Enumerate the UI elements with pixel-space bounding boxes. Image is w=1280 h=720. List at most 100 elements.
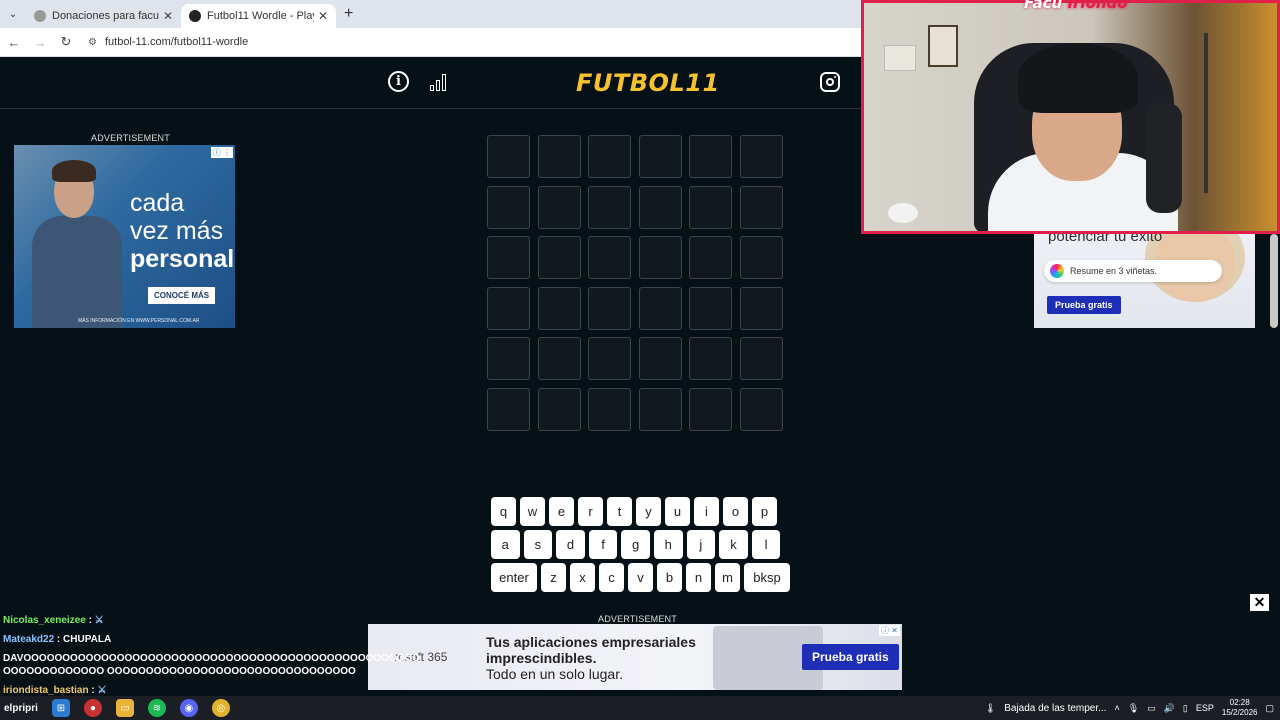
- favicon-icon: [34, 10, 46, 22]
- key-j[interactable]: j: [686, 530, 716, 559]
- notification-icon[interactable]: ▢: [1265, 703, 1274, 714]
- microphone: [1146, 103, 1182, 213]
- key-i[interactable]: i: [694, 497, 719, 526]
- chevron-up-icon[interactable]: ˄: [1114, 703, 1119, 713]
- grid-cell: [487, 135, 530, 178]
- key-o[interactable]: o: [723, 497, 748, 526]
- ad-bottom-cta-button[interactable]: Prueba gratis: [802, 644, 899, 670]
- key-q[interactable]: q: [491, 497, 516, 526]
- key-x[interactable]: x: [570, 563, 595, 592]
- discord-icon[interactable]: ◉: [179, 699, 198, 717]
- ad-fine-print: MÁS INFORMACIÓN EN WWW.PERSONAL.COM.AR: [78, 318, 200, 324]
- new-tab-button[interactable]: +: [344, 5, 353, 23]
- grid-cell: [689, 387, 732, 431]
- ad-person-image: [24, 160, 134, 328]
- stats-icon[interactable]: [430, 73, 450, 91]
- tab-futbol11-wordle[interactable]: Futbol11 Wordle - Play Footbal ✕: [181, 4, 336, 28]
- battery-icon[interactable]: ▯: [1183, 703, 1188, 714]
- key-p[interactable]: p: [752, 497, 777, 526]
- site-logo[interactable]: FUTBOL11: [576, 69, 720, 97]
- scrollbar-thumb[interactable]: [1270, 234, 1278, 328]
- file-explorer-icon[interactable]: ▭: [115, 699, 134, 717]
- mic-icon[interactable]: 🎙: [1128, 703, 1139, 714]
- adchoices-icon[interactable]: ⓘ ⋮: [210, 147, 233, 158]
- weather-text[interactable]: Bajada de las temper...: [1004, 703, 1106, 714]
- key-s[interactable]: s: [523, 530, 553, 559]
- keyboard-row-3: enter z x c v b n m bksp: [491, 563, 790, 592]
- reload-icon[interactable]: ↻: [54, 34, 78, 50]
- key-d[interactable]: d: [556, 530, 585, 559]
- close-tab-icon[interactable]: ✕: [318, 9, 328, 23]
- grid-cell: [739, 135, 783, 178]
- instagram-icon[interactable]: [820, 72, 840, 92]
- tab-donaciones[interactable]: Donaciones para facuiriondo | C ✕: [26, 4, 181, 28]
- language-indicator[interactable]: ESP: [1196, 703, 1214, 713]
- back-arrow-icon[interactable]: ←: [2, 35, 26, 50]
- key-u[interactable]: u: [665, 497, 690, 526]
- grid-cell: [638, 286, 682, 330]
- grid-cell: [537, 286, 581, 330]
- key-m[interactable]: m: [715, 563, 740, 592]
- grid-cell: [689, 236, 732, 279]
- key-r[interactable]: r: [578, 497, 603, 526]
- ad-cta-button[interactable]: CONOCÉ MÁS: [148, 287, 216, 304]
- ad-headline: cada vez más personal: [130, 189, 235, 273]
- key-w[interactable]: w: [520, 497, 545, 526]
- key-bksp[interactable]: bksp: [744, 563, 790, 592]
- ad-copy: Tus aplicaciones empresariales imprescin…: [486, 634, 696, 682]
- url-field[interactable]: ⚙ futbol-11.com/futbol11-wordle: [88, 36, 248, 48]
- grid-cell: [739, 185, 783, 229]
- close-tab-icon[interactable]: ✕: [163, 9, 173, 23]
- key-v[interactable]: v: [628, 563, 653, 592]
- streamer-cap: [1018, 43, 1138, 113]
- spotify-icon[interactable]: ≋: [147, 699, 166, 717]
- ad-banner-right[interactable]: potenciar tu éxito Resume en 3 viñetas. …: [1034, 228, 1255, 328]
- grid-cell: [487, 286, 530, 330]
- key-b[interactable]: b: [657, 563, 682, 592]
- windows-start-icon[interactable]: ⊞: [51, 699, 70, 717]
- ad-banner-left[interactable]: cada vez más personal CONOCÉ MÁS MÁS INF…: [14, 145, 235, 328]
- forward-arrow-icon[interactable]: →: [28, 35, 52, 50]
- favicon-icon: [189, 10, 201, 22]
- key-e[interactable]: e: [549, 497, 574, 526]
- grid-cell: [537, 185, 581, 229]
- ad-right-cta-button[interactable]: Prueba gratis: [1047, 296, 1121, 314]
- grid-cell: [739, 286, 783, 330]
- key-y[interactable]: y: [636, 497, 661, 526]
- grid-cell: [588, 185, 631, 229]
- chrome-icon[interactable]: ◎: [211, 699, 230, 717]
- copilot-icon: [1050, 264, 1064, 278]
- site-settings-icon[interactable]: ⚙: [88, 37, 97, 48]
- network-icon[interactable]: ▭: [1147, 703, 1156, 714]
- grid-cell: [487, 387, 530, 431]
- clock[interactable]: 02:28 15/2/2026: [1222, 698, 1258, 718]
- key-t[interactable]: t: [607, 497, 632, 526]
- key-z[interactable]: z: [541, 563, 566, 592]
- key-g[interactable]: g: [621, 530, 650, 559]
- ad-right-pill: Resume en 3 viñetas.: [1044, 260, 1222, 282]
- key-enter[interactable]: enter: [491, 563, 537, 592]
- tab-title: Futbol11 Wordle - Play Footbal: [207, 10, 314, 22]
- ad-banner-bottom[interactable]: rosoft 365 Tus aplicaciones empresariale…: [368, 624, 902, 690]
- volume-icon[interactable]: 🔊: [1164, 703, 1175, 714]
- webcam-overlay: [861, 0, 1280, 234]
- obs-icon[interactable]: ●: [83, 699, 102, 717]
- screen: ⌄ Donaciones para facuiriondo | C ✕ Futb…: [0, 0, 1280, 720]
- key-k[interactable]: k: [719, 530, 748, 559]
- grid-cell: [638, 337, 682, 380]
- adchoices-icon[interactable]: ⓘ ✕: [879, 625, 900, 636]
- key-f[interactable]: f: [588, 530, 618, 559]
- grid-cell: [739, 236, 783, 279]
- key-a[interactable]: a: [491, 530, 520, 559]
- key-h[interactable]: h: [653, 530, 683, 559]
- guess-grid: [487, 135, 783, 431]
- key-n[interactable]: n: [686, 563, 711, 592]
- close-ad-icon[interactable]: ✕: [1250, 594, 1269, 611]
- thermometer-icon: 🌡: [984, 702, 997, 713]
- info-icon[interactable]: i: [388, 71, 409, 92]
- grid-cell: [588, 337, 631, 380]
- key-c[interactable]: c: [599, 563, 624, 592]
- tab-search-icon[interactable]: ⌄: [0, 0, 26, 28]
- key-l[interactable]: l: [751, 530, 781, 559]
- grid-cell: [537, 236, 581, 279]
